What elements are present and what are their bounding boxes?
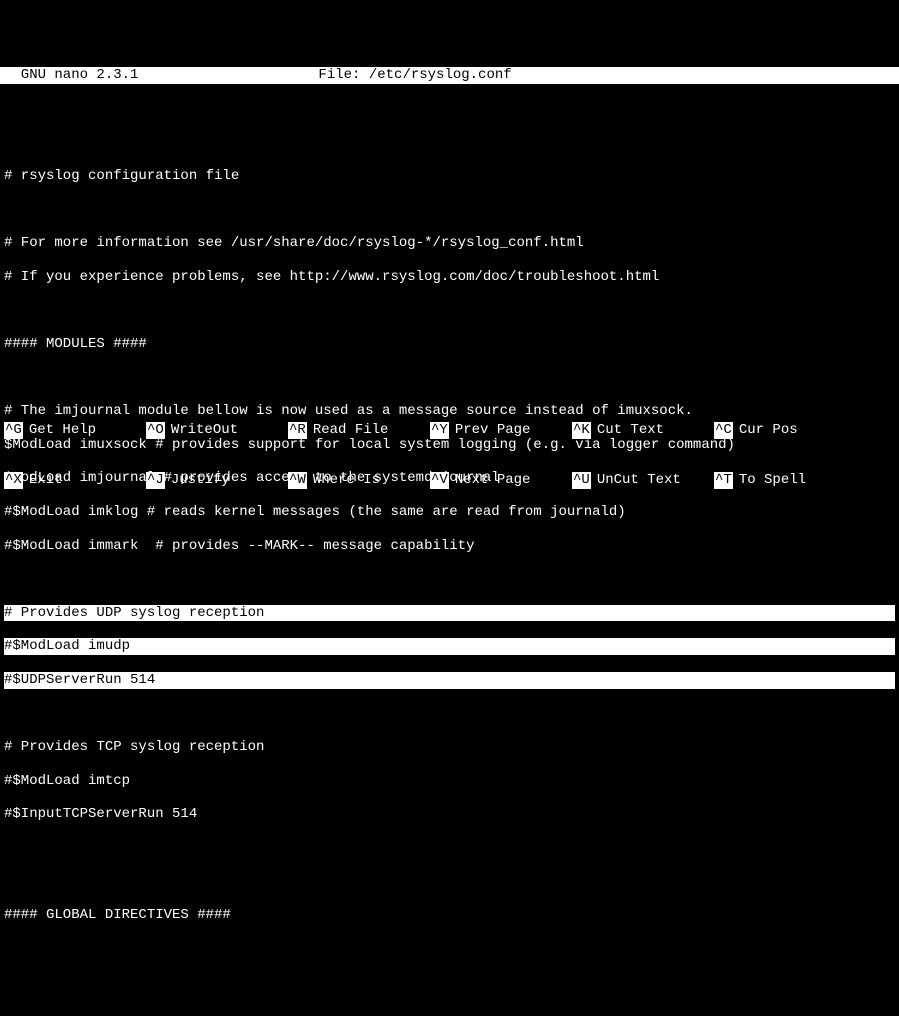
shortcut-label: To Spell bbox=[739, 472, 806, 489]
text-line bbox=[4, 705, 895, 722]
text-line: #$ModLoad immark # provides --MARK-- mes… bbox=[4, 538, 895, 555]
shortcut-key: ^J bbox=[146, 472, 165, 489]
shortcut-key: ^G bbox=[4, 422, 23, 439]
text-line: #$InputTCPServerRun 514 bbox=[4, 806, 895, 823]
selected-line: #$UDPServerRun 514 bbox=[4, 672, 895, 689]
shortcut-key: ^O bbox=[146, 422, 165, 439]
help-item-prev-page[interactable]: ^Y Prev Page bbox=[430, 422, 572, 439]
shortcut-label: Justify bbox=[171, 472, 230, 489]
help-item-where-is[interactable]: ^W Where Is bbox=[288, 472, 430, 489]
help-item-to-spell[interactable]: ^T To Spell bbox=[714, 472, 856, 489]
text-line bbox=[4, 840, 895, 857]
selected-line: #$ModLoad imudp bbox=[4, 638, 895, 655]
help-item-cut-text[interactable]: ^K Cut Text bbox=[572, 422, 714, 439]
file-label: File: bbox=[318, 67, 368, 84]
text-line: # Provides TCP syslog reception bbox=[4, 739, 895, 756]
text-line bbox=[4, 302, 895, 319]
shortcut-label: UnCut Text bbox=[597, 472, 681, 489]
shortcut-key: ^R bbox=[288, 422, 307, 439]
shortcut-key: ^X bbox=[4, 472, 23, 489]
file-name: /etc/rsyslog.conf bbox=[369, 67, 512, 84]
app-name: GNU nano 2.3.1 bbox=[4, 67, 138, 84]
text-line bbox=[4, 370, 895, 387]
shortcut-label: Cur Pos bbox=[739, 422, 798, 439]
shortcut-key: ^V bbox=[430, 472, 449, 489]
editor-content[interactable]: # rsyslog configuration file # For more … bbox=[0, 118, 899, 941]
help-item-get-help[interactable]: ^G Get Help bbox=[4, 422, 146, 439]
help-item-exit[interactable]: ^X Exit bbox=[4, 472, 146, 489]
shortcut-key: ^K bbox=[572, 422, 591, 439]
shortcut-label: WriteOut bbox=[171, 422, 238, 439]
text-line bbox=[4, 202, 895, 219]
shortcut-key: ^U bbox=[572, 472, 591, 489]
help-row-1: ^G Get Help ^O WriteOut ^R Read File ^Y Prev… bbox=[4, 422, 895, 439]
shortcut-key: ^W bbox=[288, 472, 307, 489]
shortcut-label: Prev Page bbox=[455, 422, 531, 439]
help-item-writeout[interactable]: ^O WriteOut bbox=[146, 422, 288, 439]
shortcut-label: Exit bbox=[29, 472, 63, 489]
text-line: # For more information see /usr/share/do… bbox=[4, 235, 895, 252]
selected-line: # Provides UDP syslog reception bbox=[4, 605, 895, 622]
help-item-read-file[interactable]: ^R Read File bbox=[288, 422, 430, 439]
text-line bbox=[4, 873, 895, 890]
help-item-uncut-text[interactable]: ^U UnCut Text bbox=[572, 472, 714, 489]
text-line bbox=[4, 134, 895, 151]
titlebar: GNU nano 2.3.1 File: /etc/rsyslog.conf bbox=[0, 67, 899, 84]
text-line: #### MODULES #### bbox=[4, 336, 895, 353]
shortcut-key: ^C bbox=[714, 422, 733, 439]
help-item-justify[interactable]: ^J Justify bbox=[146, 472, 288, 489]
help-item-cur-pos[interactable]: ^C Cur Pos bbox=[714, 422, 856, 439]
text-line: #$ModLoad imklog # reads kernel messages… bbox=[4, 504, 895, 521]
text-line bbox=[4, 571, 895, 588]
shortcut-label: Read File bbox=[313, 422, 389, 439]
text-line: #$ModLoad imtcp bbox=[4, 773, 895, 790]
shortcut-label: Next Page bbox=[455, 472, 531, 489]
text-line: # rsyslog configuration file bbox=[4, 168, 895, 185]
text-line: #### GLOBAL DIRECTIVES #### bbox=[4, 907, 895, 924]
shortcut-key: ^Y bbox=[430, 422, 449, 439]
text-line: # If you experience problems, see http:/… bbox=[4, 269, 895, 286]
help-bar: ^G Get Help ^O WriteOut ^R Read File ^Y Prev… bbox=[4, 388, 895, 506]
shortcut-label: Where Is bbox=[313, 472, 380, 489]
shortcut-label: Get Help bbox=[29, 422, 96, 439]
shortcut-key: ^T bbox=[714, 472, 733, 489]
help-row-2: ^XExit ^JJustify ^WWhere Is ^VNext Page … bbox=[4, 472, 895, 489]
help-item-next-page[interactable]: ^V Next Page bbox=[430, 472, 572, 489]
shortcut-label: Cut Text bbox=[597, 422, 664, 439]
